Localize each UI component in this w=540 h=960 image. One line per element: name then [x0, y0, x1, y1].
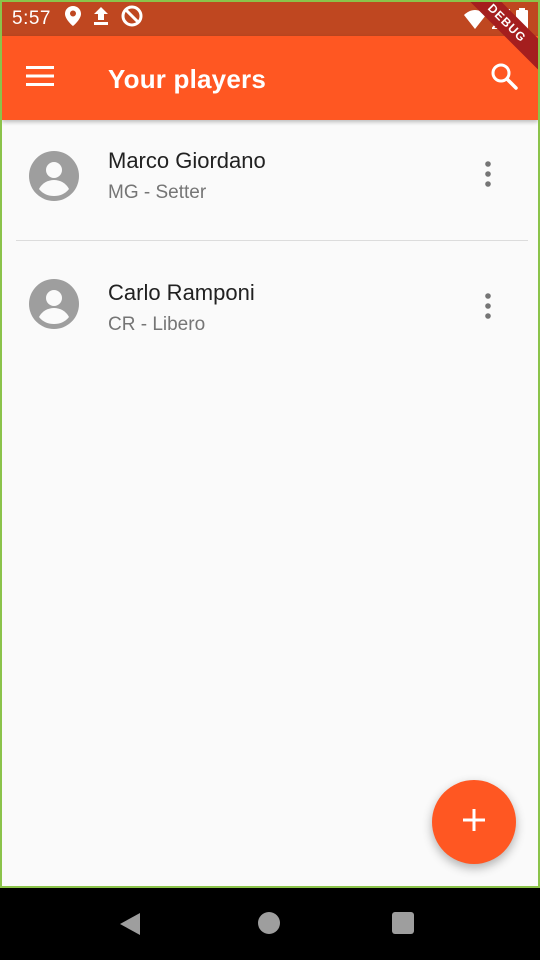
- more-options-button[interactable]: [468, 288, 508, 328]
- home-icon[interactable]: [258, 912, 280, 934]
- system-nav-bar: [0, 888, 540, 960]
- player-name: Carlo Ramponi: [108, 280, 255, 305]
- player-list: Marco Giordano MG - Setter Carlo Ramponi…: [2, 120, 538, 370]
- list-item[interactable]: Carlo Ramponi CR - Libero: [2, 240, 538, 370]
- more-options-button[interactable]: [468, 156, 508, 196]
- more-vert-icon: [484, 292, 492, 324]
- more-vert-icon: [484, 160, 492, 192]
- player-name: Marco Giordano: [108, 148, 266, 173]
- player-subtitle: MG - Setter: [108, 182, 207, 203]
- avatar-icon: [28, 278, 80, 330]
- status-bar: 5:57: [2, 2, 538, 36]
- app-bar: Your players: [2, 36, 538, 120]
- location-icon: [64, 6, 81, 32]
- menu-icon: [26, 65, 54, 91]
- list-item[interactable]: Marco Giordano MG - Setter: [2, 120, 538, 241]
- add-player-button[interactable]: [432, 780, 516, 864]
- status-icons-left: [64, 5, 143, 33]
- menu-button[interactable]: [16, 54, 64, 102]
- recents-icon[interactable]: [392, 912, 414, 934]
- plus-icon: [461, 807, 487, 838]
- page-title: Your players: [108, 64, 266, 94]
- back-icon[interactable]: [118, 912, 142, 941]
- player-subtitle: CR - Libero: [108, 314, 206, 335]
- status-time: 5:57: [12, 8, 51, 29]
- search-button[interactable]: [480, 54, 528, 102]
- app-screen: 5:57 DEBUG Your players Marco Giordano M…: [0, 0, 540, 888]
- no-entry-icon: [121, 5, 143, 33]
- search-icon: [490, 62, 518, 95]
- upload-icon: [93, 7, 109, 31]
- avatar-icon: [28, 150, 80, 202]
